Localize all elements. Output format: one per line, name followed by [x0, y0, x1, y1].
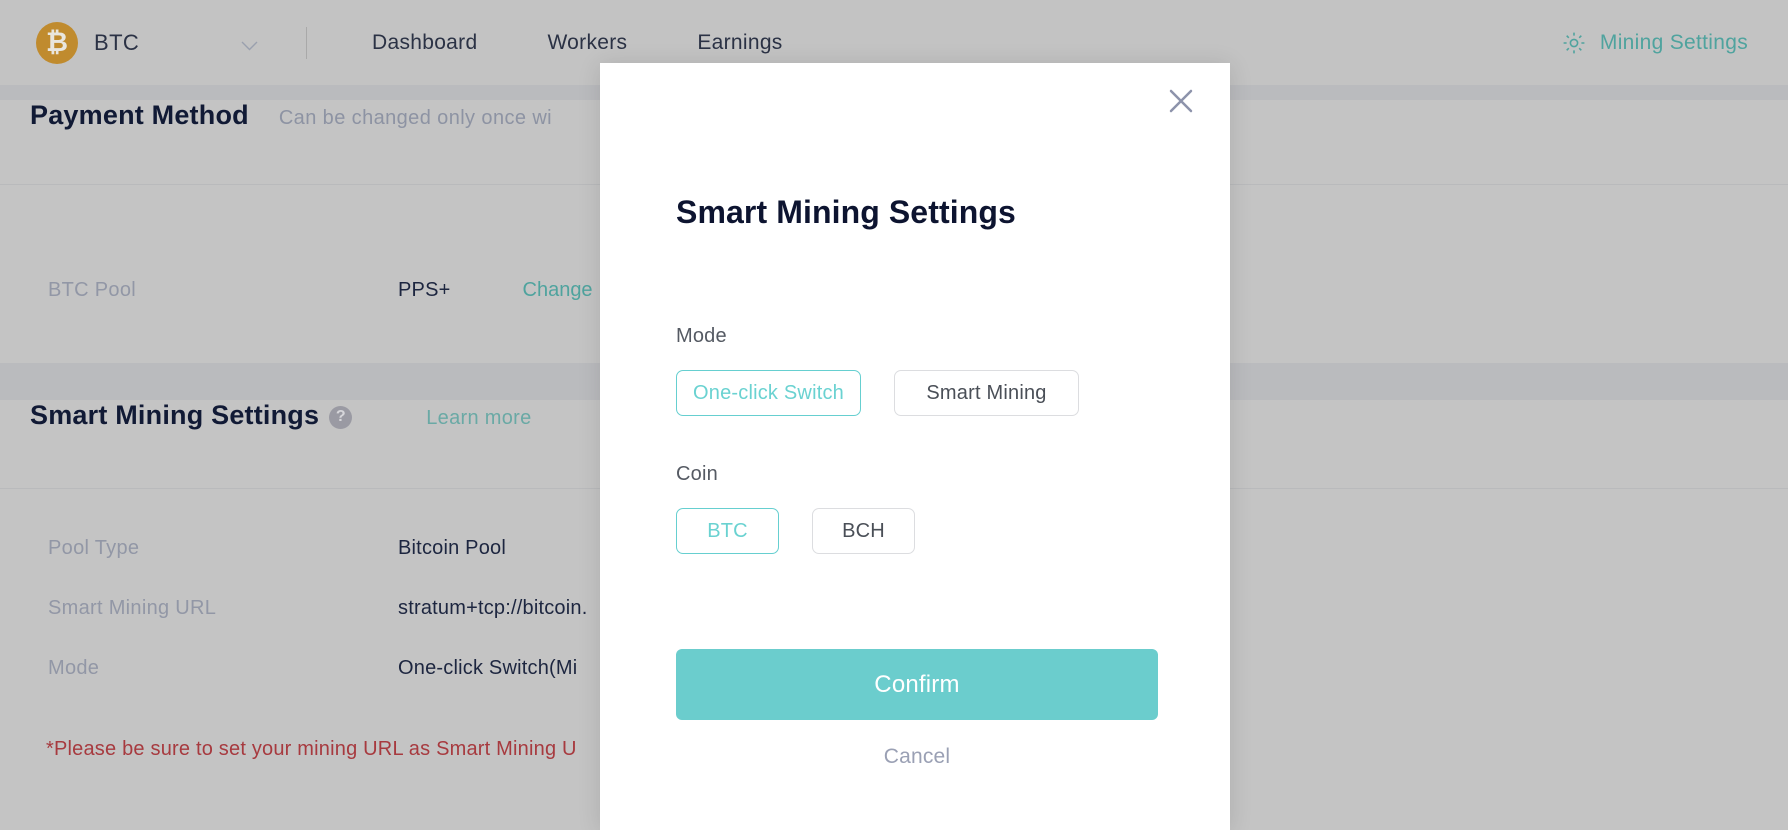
learn-more-link[interactable]: Learn more	[426, 407, 531, 430]
coin-option-btc[interactable]: BTC	[676, 508, 779, 554]
cancel-button[interactable]: Cancel	[676, 745, 1158, 769]
smart-mining-title: Smart Mining Settings	[30, 400, 320, 430]
change-payment-link[interactable]: Change	[523, 279, 593, 302]
smart-mining-settings-modal: Smart Mining Settings Mode One-click Swi…	[600, 63, 1230, 830]
row-value: stratum+tcp://bitcoin.	[398, 596, 588, 619]
mode-option-smart-mining[interactable]: Smart Mining	[894, 370, 1079, 416]
bitcoin-logo-icon: ₿	[36, 21, 78, 64]
coin-selector-label: BTC	[94, 29, 140, 55]
row-value: Bitcoin Pool	[398, 536, 507, 559]
row-value: One-click Switch	[398, 656, 550, 679]
confirm-button[interactable]: Confirm	[676, 649, 1158, 720]
nav-item-earnings[interactable]: Earnings	[697, 31, 782, 55]
coin-option-bch[interactable]: BCH	[812, 508, 915, 554]
nav-item-workers[interactable]: Workers	[547, 31, 627, 55]
close-icon[interactable]	[1158, 78, 1204, 124]
modal-body: Mode One-click Switch Smart Mining Coin …	[676, 325, 1158, 554]
row-key: Smart Mining URL	[48, 596, 217, 619]
modal-title: Smart Mining Settings	[676, 194, 1016, 230]
payment-method-title: Payment Method	[30, 100, 249, 130]
nav-divider	[306, 26, 307, 59]
mode-option-one-click-switch[interactable]: One-click Switch	[676, 370, 861, 416]
help-icon[interactable]: ?	[329, 405, 353, 429]
row-key: Mode	[48, 656, 100, 679]
row-value: PPS+	[398, 278, 451, 301]
mode-option-group: One-click Switch Smart Mining	[676, 370, 1158, 416]
mining-settings-label: Mining Settings	[1599, 30, 1748, 54]
row-value-suffix: (Mi	[549, 656, 578, 679]
chevron-down-icon	[241, 38, 258, 50]
main-nav: Dashboard Workers Earnings	[372, 31, 783, 55]
nav-item-dashboard[interactable]: Dashboard	[372, 31, 477, 55]
mode-field-label: Mode	[676, 325, 727, 347]
payment-method-note: Can be changed only once wi	[278, 107, 553, 129]
gear-icon	[1561, 30, 1587, 56]
coin-option-group: BTC BCH	[676, 508, 1158, 554]
coin-field-label: Coin	[676, 463, 718, 485]
row-key: Pool Type	[48, 536, 140, 559]
mining-settings-link[interactable]: Mining Settings	[1561, 30, 1748, 56]
row-key: BTC Pool	[48, 278, 136, 301]
coin-selector[interactable]: ₿ BTC	[36, 21, 266, 64]
